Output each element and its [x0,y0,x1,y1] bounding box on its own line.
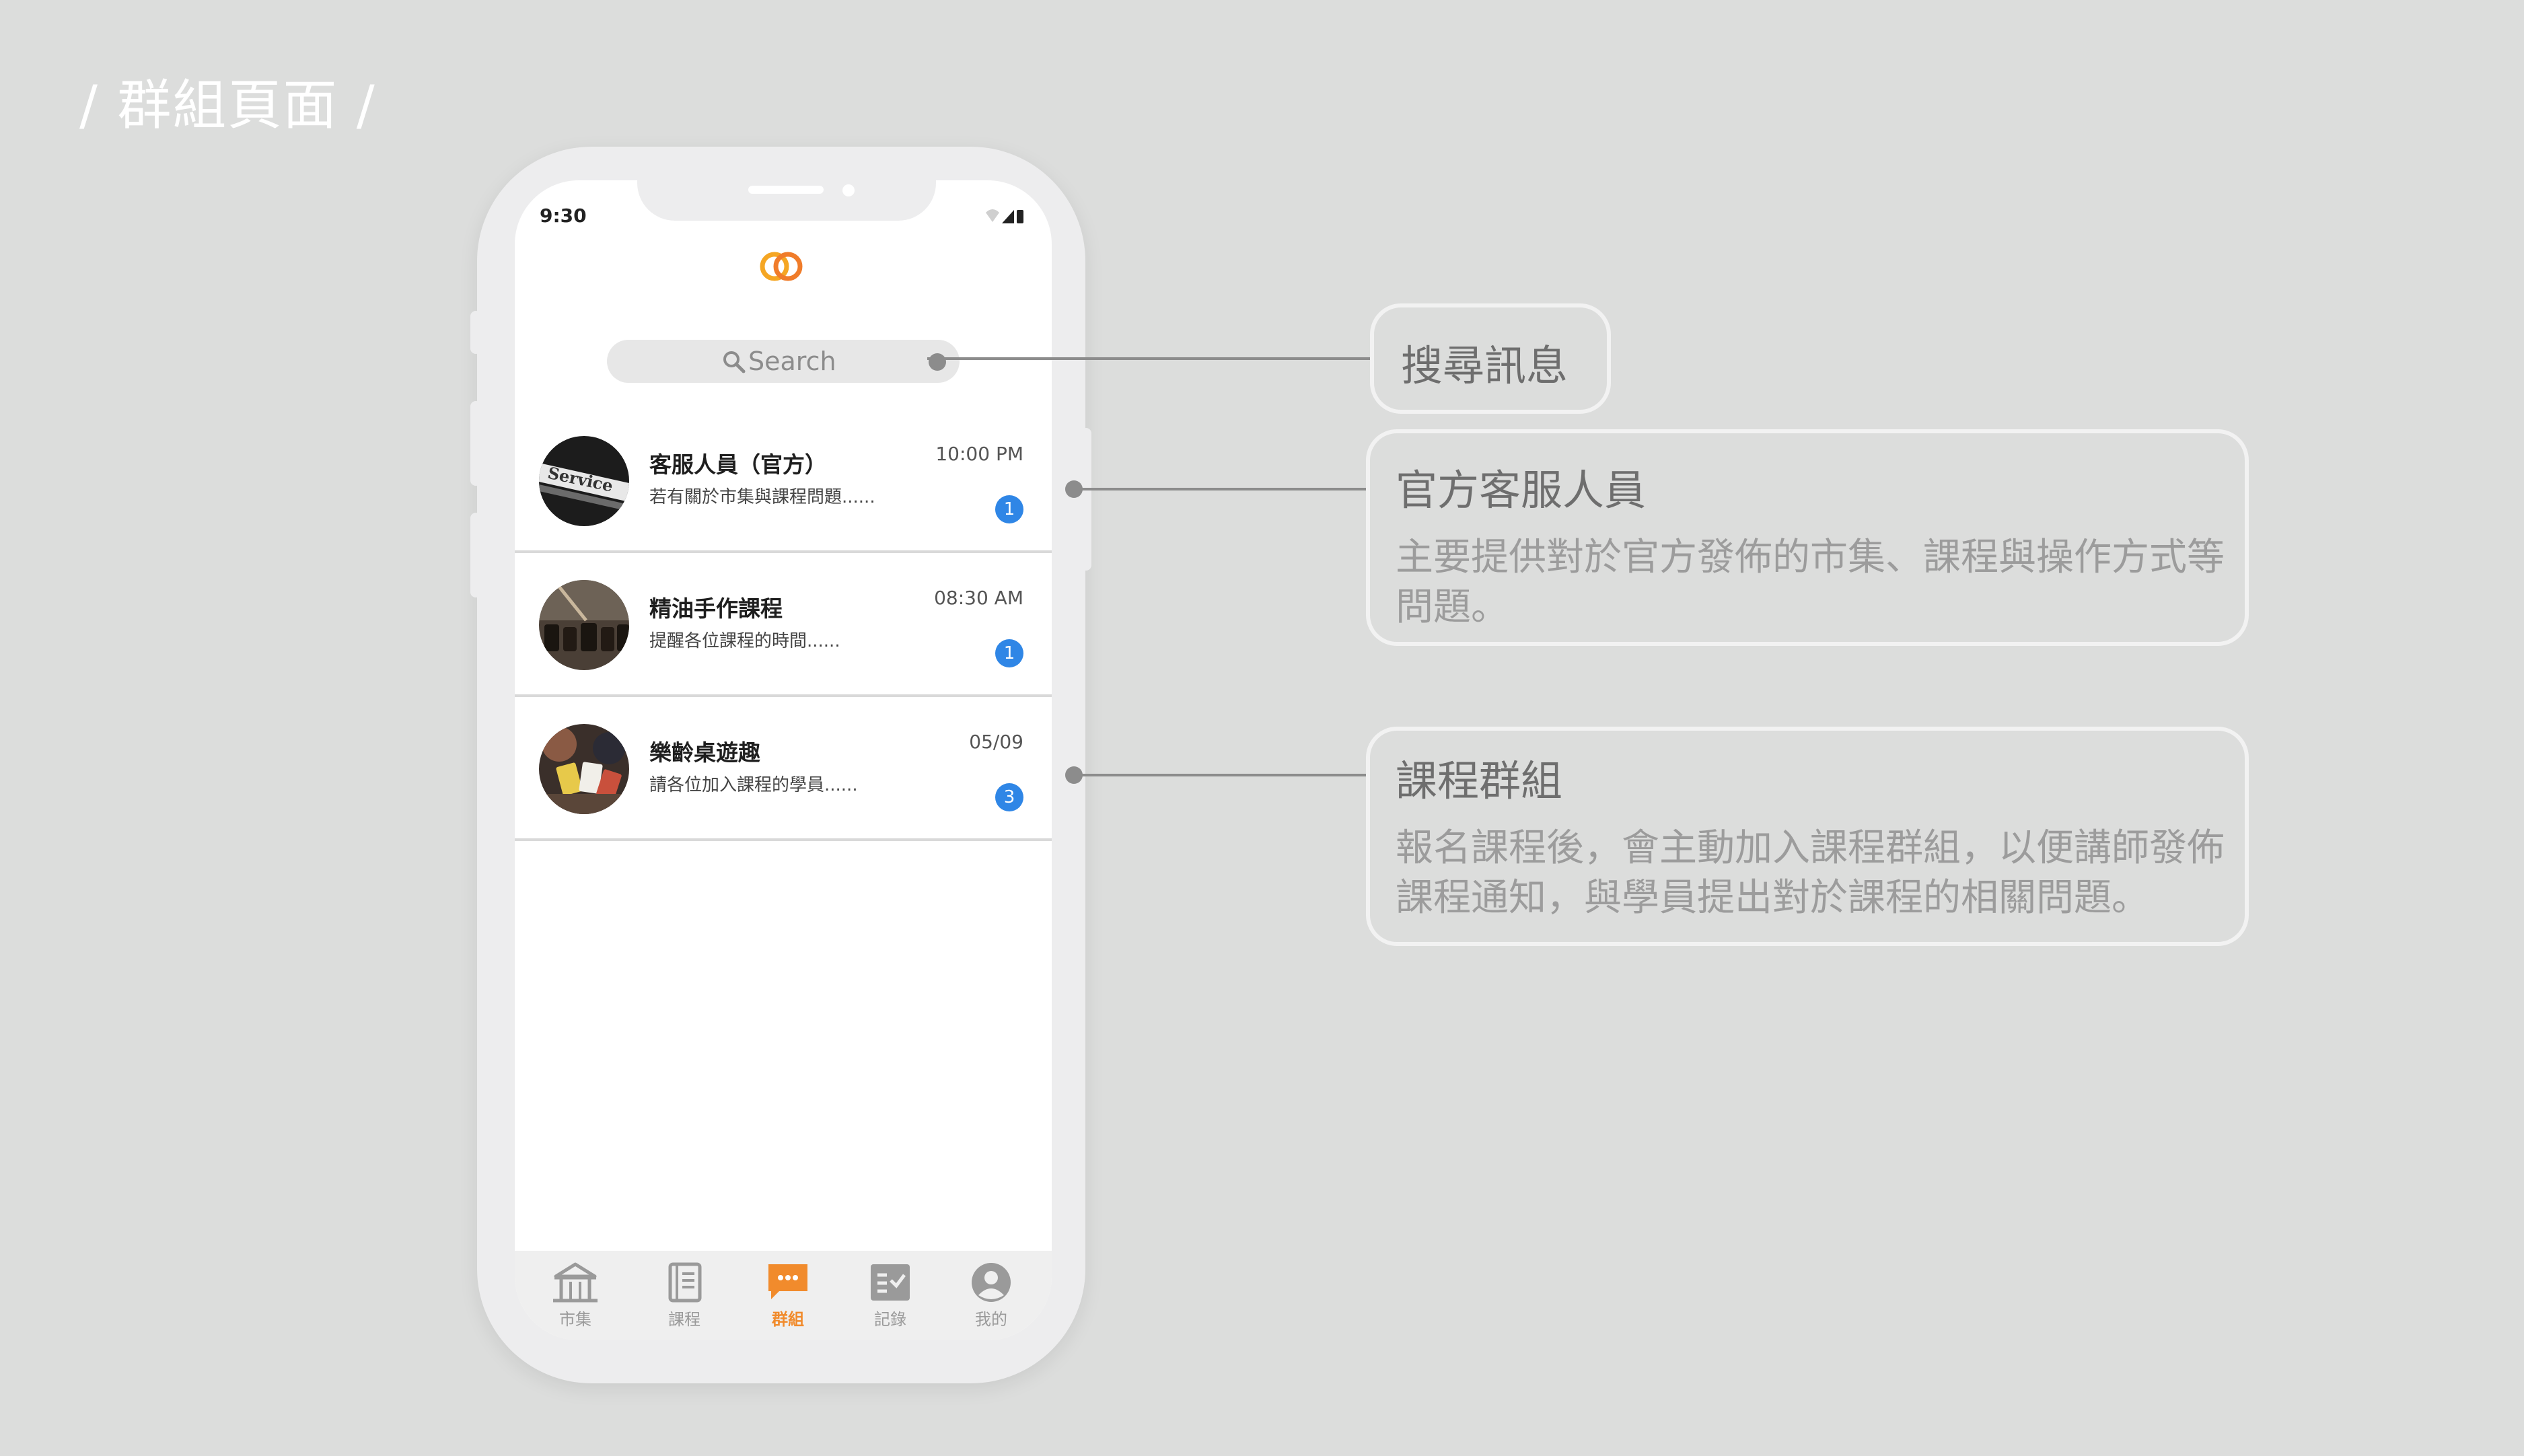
chat-preview: 請各位加入課程的學員...... [649,775,858,795]
phone-volume-down [470,513,481,597]
tab-record[interactable]: 記錄 [857,1262,924,1330]
connector-official [1074,488,1366,490]
chat-name: 客服人員（官方） [649,451,827,478]
record-checklist-icon [871,1264,910,1301]
page-title: / 群組頁面 / [79,74,376,137]
callout-search: 搜尋訊息 [1370,303,1611,414]
battery-icon [1017,210,1023,223]
chat-time: 10:00 PM [935,443,1023,465]
front-camera [842,184,855,196]
phone-notch [637,180,936,221]
connector-group [1074,774,1366,776]
callout-body: 報名課程後，會主動加入課程群組，以便講師發佈課程通知，與學員提出對於課程的相關問… [1396,826,2225,920]
callout-title: 課程群組 [1396,756,1563,805]
unread-badge: 3 [995,783,1023,811]
search-icon [723,351,746,373]
tab-label: 市集 [559,1310,591,1329]
phone-power-button [1081,428,1091,571]
search-callout-anchor [929,353,946,371]
profile-icon [972,1263,1011,1302]
callout-body: 主要提供對於官方發佈的市集、課程與操作方式等問題。 [1396,536,2225,629]
tab-group[interactable]: 群組 [754,1262,822,1330]
callout-title: 搜尋訊息 [1401,341,1569,390]
service-avatar: Service [539,436,629,526]
callout-title: 官方客服人員 [1396,466,1647,515]
chat-name: 樂齡桌遊趣 [649,739,760,766]
status-icons [986,209,1023,223]
tab-label: 課程 [668,1310,700,1329]
speaker-grille [748,186,824,194]
callout-official: 官方客服人員 主要提供對於官方發佈的市集、課程與操作方式等問題。 [1366,429,2249,646]
tab-label: 群組 [772,1310,804,1329]
market-icon [553,1262,598,1303]
tab-course[interactable]: 課程 [651,1262,718,1330]
chat-row-board-game[interactable]: 樂齡桌遊趣 請各位加入課程的學員...... 05/09 3 [515,696,1052,841]
tab-label: 我的 [975,1310,1007,1329]
tab-bar: 市集 課程 群組 記錄 我的 [515,1251,1052,1340]
phone-volume-up [470,401,481,486]
chat-group-icon [768,1264,807,1299]
search-bar[interactable]: Search [607,340,960,383]
search-input[interactable]: Search [748,347,836,376]
signal-icon [1002,210,1014,223]
wifi-icon [986,209,999,222]
chat-preview: 若有關於市集與課程問題...... [649,487,875,507]
chat-time: 05/09 [969,731,1023,753]
chat-name: 精油手作課程 [649,595,783,622]
connector-search [927,357,1370,360]
unread-badge: 1 [995,639,1023,667]
chat-time: 08:30 AM [934,587,1023,609]
course-book-icon [668,1262,702,1303]
app-logo-icon [760,252,803,281]
chat-row-service[interactable]: Service 客服人員（官方） 若有關於市集與課程問題...... 10:00… [515,408,1052,553]
tab-market[interactable]: 市集 [542,1262,609,1330]
status-time: 9:30 [540,205,587,227]
phone-silent-switch [470,311,481,354]
essential-oil-avatar [539,580,629,670]
unread-badge: 1 [995,495,1023,523]
phone-screen: 9:30 Search Service 客服人員（官方） 若有關於市集與課程問題… [515,180,1052,1340]
chat-preview: 提醒各位課程的時間...... [649,631,840,651]
callout-group: 課程群組 報名課程後，會主動加入課程群組，以便講師發佈課程通知，與學員提出對於課… [1366,727,2249,946]
tab-profile[interactable]: 我的 [958,1262,1025,1330]
board-game-avatar [539,724,629,814]
chat-row-essential-oil[interactable]: 精油手作課程 提醒各位課程的時間...... 08:30 AM 1 [515,552,1052,697]
tab-label: 記錄 [874,1310,906,1329]
